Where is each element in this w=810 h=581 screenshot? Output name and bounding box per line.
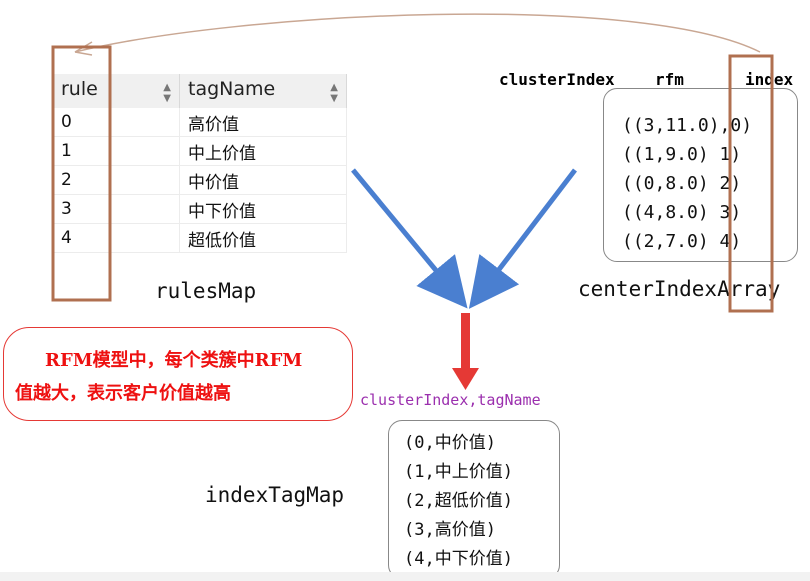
table-row: 1 中上价值	[53, 136, 347, 166]
result-arrow-shaft	[461, 313, 470, 370]
center-index-row: ((3,11.0),0)	[622, 115, 753, 136]
rule-cell: 4	[53, 223, 180, 253]
note-callout: RFM模型中，每个类簇中RFM 值越大，表示客户价值越高	[3, 327, 353, 421]
connector-arrowhead-icon	[74, 41, 93, 56]
center-index-row: ((0,8.0) 2)	[622, 173, 742, 194]
result-arrow-head-icon	[452, 368, 479, 390]
merge-arrow-right	[468, 168, 577, 309]
note-line: RFM模型中，每个类簇中RFM	[45, 350, 303, 371]
bottom-strip	[0, 572, 810, 581]
connector-curve	[74, 13, 761, 53]
tagname-cell: 超低价值	[179, 223, 347, 253]
index-tag-row: (3,高价值)	[404, 520, 496, 540]
note-line: 值越大，表示客户价值越高	[15, 383, 231, 404]
rule-cell: 2	[53, 165, 180, 195]
rule-cell: 1	[53, 136, 180, 166]
table-row: 0 高价值	[53, 108, 347, 137]
index-tag-row: (2,超低价值)	[404, 491, 513, 511]
center-index-array-label: centerIndexArray	[578, 277, 781, 301]
merge-arrow-left	[351, 168, 468, 309]
tagname-cell: 高价值	[179, 108, 347, 137]
column-header-tagname[interactable]: tagName ▲ ▼	[179, 74, 347, 108]
center-index-row: ((2,7.0) 4)	[622, 231, 742, 252]
sort-icon[interactable]: ▲ ▼	[163, 82, 171, 104]
result-header: clusterIndex,tagName	[360, 391, 541, 409]
rule-cell: 0	[53, 108, 180, 137]
column-header-label: tagName	[188, 78, 276, 100]
table-row: 4 超低价值	[53, 223, 347, 253]
index-tag-map-label: indexTagMap	[205, 483, 345, 507]
rfm-header: rfm	[655, 70, 684, 89]
index-header: index	[745, 70, 794, 89]
tagname-cell: 中价值	[179, 165, 347, 195]
rule-cell: 3	[53, 194, 180, 224]
center-index-row: ((1,9.0) 1)	[622, 144, 742, 165]
rules-map-label: rulesMap	[155, 279, 257, 303]
rules-table: rule ▲ ▼ tagName ▲ ▼ 0 高价值 1 中上价值 2 中价值 3 …	[53, 74, 347, 253]
table-row: 3 中下价值	[53, 194, 347, 224]
tagname-cell: 中上价值	[179, 136, 347, 166]
tagname-cell: 中下价值	[179, 194, 347, 224]
index-tag-row: (0,中价值)	[404, 433, 496, 453]
index-tag-row: (1,中上价值)	[404, 462, 513, 482]
center-index-row: ((4,8.0) 3)	[622, 202, 742, 223]
column-header-rule[interactable]: rule ▲ ▼	[53, 74, 180, 108]
table-row: 2 中价值	[53, 165, 347, 195]
cluster-index-header: clusterIndex	[499, 70, 615, 89]
index-tag-row: (4,中下价值)	[404, 549, 513, 569]
column-header-label: rule	[61, 78, 98, 100]
sort-icon[interactable]: ▲ ▼	[330, 82, 338, 104]
